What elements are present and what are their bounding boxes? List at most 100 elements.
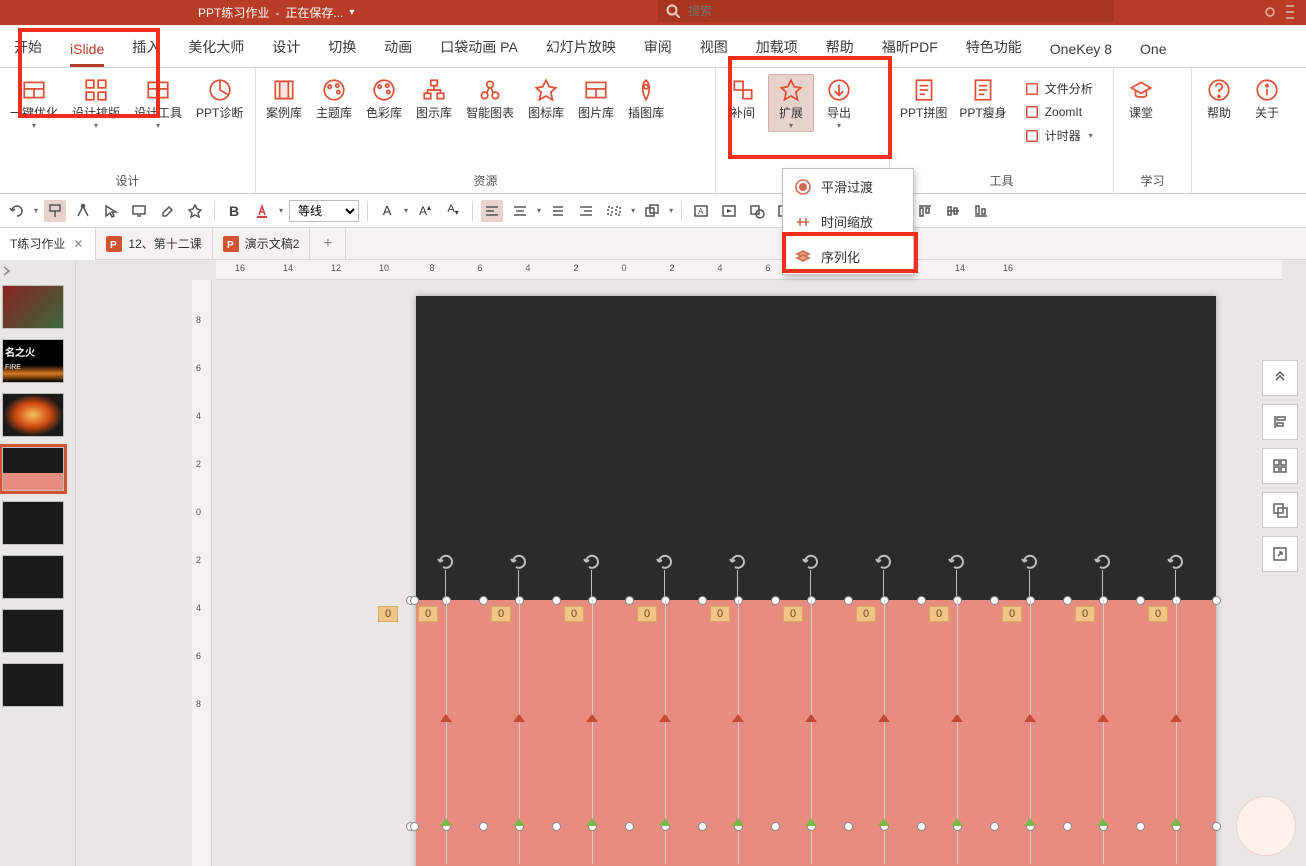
animation-tag[interactable]: 0 — [929, 606, 949, 622]
marker-green-icon[interactable] — [1170, 818, 1182, 826]
animation-tag[interactable]: 0 — [1002, 606, 1022, 622]
star-button[interactable] — [184, 200, 206, 222]
marker-green-icon[interactable] — [951, 818, 963, 826]
selection-handle[interactable] — [844, 822, 853, 831]
ribbon-btn-图片库[interactable]: 图片库 — [572, 74, 620, 122]
doctab-2[interactable]: P演示文稿2 — [213, 228, 311, 260]
textbox-button[interactable]: A — [690, 200, 712, 222]
close-tab-icon[interactable]: ✕ — [71, 237, 85, 251]
selection-handle[interactable] — [410, 822, 419, 831]
marker-green-icon[interactable] — [586, 818, 598, 826]
selection-handle[interactable] — [1063, 596, 1072, 605]
thumbnail-panel[interactable]: 名之火FIRE — [0, 260, 76, 866]
select-arrow-button[interactable] — [100, 200, 122, 222]
thumbnail-1[interactable]: 名之火FIRE — [2, 339, 64, 383]
marker-red-icon[interactable] — [1024, 714, 1036, 722]
selection-handle[interactable] — [1136, 596, 1145, 605]
thumbnail-2[interactable] — [2, 393, 64, 437]
marker-green-icon[interactable] — [1097, 818, 1109, 826]
align-right-button[interactable] — [575, 200, 597, 222]
marker-green-icon[interactable] — [805, 818, 817, 826]
doctab-0[interactable]: T练习作业✕ — [0, 228, 96, 260]
ribbon-btn-插图库[interactable]: 插图库 — [622, 74, 670, 122]
collapse-icon[interactable] — [0, 264, 14, 278]
animation-tag[interactable]: 0 — [856, 606, 876, 622]
expand-panel-button[interactable] — [1262, 536, 1298, 572]
tab-9[interactable]: 审阅 — [630, 25, 686, 67]
marker-red-icon[interactable] — [1097, 714, 1109, 722]
marker-red-icon[interactable] — [878, 714, 890, 722]
selection-handle[interactable] — [771, 822, 780, 831]
marker-green-icon[interactable] — [732, 818, 744, 826]
animation-tag[interactable]: 0 — [1148, 606, 1168, 622]
animation-painter-button[interactable] — [44, 200, 66, 222]
tab-4[interactable]: 设计 — [258, 25, 314, 67]
selection-handle[interactable] — [552, 596, 561, 605]
ribbon-btn-一键优化[interactable]: 一键优化▾ — [4, 74, 64, 132]
animation-tag[interactable]: 0 — [378, 606, 398, 622]
marker-red-icon[interactable] — [732, 714, 744, 722]
add-doctab-button[interactable]: + — [310, 228, 346, 260]
rotation-handle[interactable] — [728, 552, 748, 572]
motion-path-button[interactable] — [72, 200, 94, 222]
decrease-font-button[interactable]: A▾ — [442, 200, 464, 222]
search-input[interactable] — [688, 4, 1106, 18]
thumbnail-7[interactable] — [2, 663, 64, 707]
marker-green-icon[interactable] — [513, 818, 525, 826]
marker-green-icon[interactable] — [659, 818, 671, 826]
rotation-handle[interactable] — [1166, 552, 1186, 572]
ribbon-btn-关于[interactable]: 关于 — [1244, 74, 1290, 122]
selection-handle[interactable] — [990, 822, 999, 831]
ribbon-btn-设计工具[interactable]: 设计工具▾ — [128, 74, 188, 132]
tab-12[interactable]: 帮助 — [812, 25, 868, 67]
marker-green-icon[interactable] — [440, 818, 452, 826]
search-box[interactable] — [658, 0, 1114, 22]
selection-handle[interactable] — [1136, 822, 1145, 831]
selection-handle[interactable] — [625, 822, 634, 831]
dropdown-item-1[interactable]: 时间缩放 — [783, 204, 913, 239]
rotation-handle[interactable] — [655, 552, 675, 572]
dropdown-item-2[interactable]: 序列化 — [783, 239, 913, 274]
animation-tag[interactable]: 0 — [710, 606, 730, 622]
align-left-button[interactable] — [481, 200, 503, 222]
tab-15[interactable]: OneKey 8 — [1036, 29, 1126, 67]
marker-red-icon[interactable] — [513, 714, 525, 722]
floating-circle-button[interactable] — [1236, 796, 1296, 856]
selection-handle[interactable] — [479, 596, 488, 605]
tab-0[interactable]: 开始 — [0, 25, 56, 67]
align-obj-bottom-button[interactable] — [970, 200, 992, 222]
shape-button[interactable] — [746, 200, 768, 222]
tool-side-2[interactable]: 计时器▾ — [1021, 125, 1097, 146]
selection-handle[interactable] — [917, 596, 926, 605]
animation-tag[interactable]: 0 — [564, 606, 584, 622]
increase-font-button[interactable]: A▴ — [414, 200, 436, 222]
title-caret-icon[interactable]: ▾ — [349, 7, 354, 18]
rotation-handle[interactable] — [801, 552, 821, 572]
thumbnail-5[interactable] — [2, 555, 64, 599]
ribbon-btn-PPT瘦身[interactable]: PPT瘦身 — [953, 74, 1012, 122]
ribbon-btn-补间[interactable]: 补间 — [720, 74, 766, 122]
selection-handle[interactable] — [844, 596, 853, 605]
align-middle-button[interactable] — [547, 200, 569, 222]
ribbon-btn-图示库[interactable]: 图示库 — [410, 74, 458, 122]
animation-tag[interactable]: 0 — [491, 606, 511, 622]
font-size-button[interactable]: A — [376, 200, 398, 222]
animation-tag[interactable]: 0 — [637, 606, 657, 622]
tab-2[interactable]: 插入 — [118, 25, 174, 67]
selection-handle[interactable] — [552, 822, 561, 831]
ribbon-btn-图标库[interactable]: 图标库 — [522, 74, 570, 122]
arrange-button[interactable] — [641, 200, 663, 222]
tab-13[interactable]: 福昕PDF — [868, 25, 952, 67]
tool-side-1[interactable]: ZoomIt — [1021, 103, 1097, 121]
marker-red-icon[interactable] — [805, 714, 817, 722]
tab-5[interactable]: 切换 — [314, 25, 370, 67]
tab-16[interactable]: One — [1126, 29, 1180, 67]
animation-tag[interactable]: 0 — [1075, 606, 1095, 622]
ribbon-btn-主题库[interactable]: 主题库 — [310, 74, 358, 122]
thumbnail-3[interactable] — [2, 447, 64, 491]
tab-3[interactable]: 美化大师 — [174, 25, 258, 67]
collapse-panel-button[interactable] — [1262, 360, 1298, 396]
rotation-handle[interactable] — [436, 552, 456, 572]
marker-red-icon[interactable] — [1170, 714, 1182, 722]
selection-handle[interactable] — [917, 822, 926, 831]
